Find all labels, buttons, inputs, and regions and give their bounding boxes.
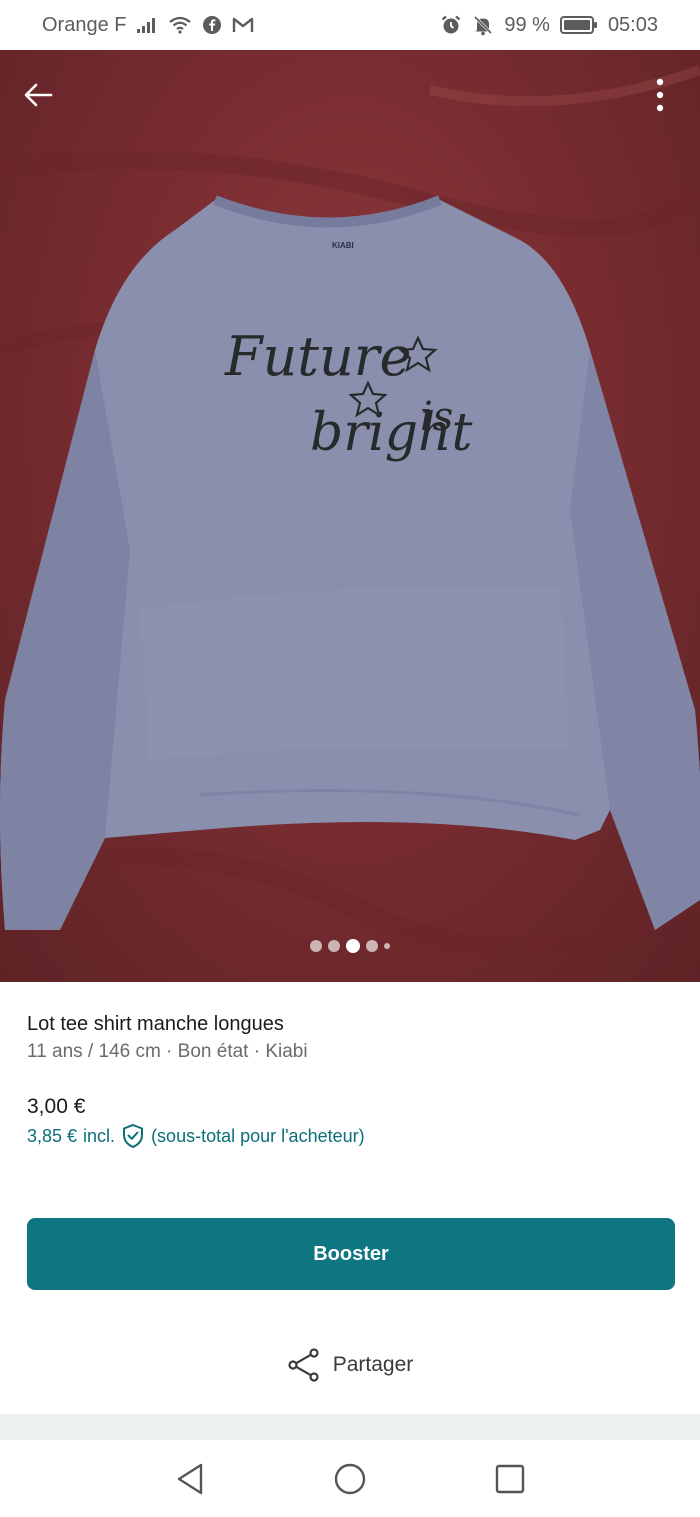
battery-label: 99 %	[504, 13, 550, 36]
listing-price: 3,00 €	[27, 1095, 86, 1118]
more-options-button[interactable]	[640, 75, 680, 115]
system-nav-bar	[0, 1440, 700, 1517]
pager-dot[interactable]	[310, 940, 322, 952]
wifi-icon	[168, 16, 192, 34]
photo-pager	[0, 939, 700, 953]
triangle-back-icon	[177, 1463, 203, 1494]
alarm-icon	[440, 14, 462, 36]
buyer-protection-price[interactable]: 3,85 € incl. (sous-total pour l'acheteur…	[27, 1123, 677, 1149]
print-text-bright: bright	[310, 403, 473, 463]
section-divider	[0, 1414, 700, 1440]
share-icon	[288, 1348, 319, 1382]
listing-meta: 11 ans / 146 cm · Bon état · Kiabi	[27, 1041, 308, 1062]
gmail-icon	[232, 16, 254, 34]
pager-dot-active[interactable]	[346, 939, 360, 953]
pager-dot[interactable]	[366, 940, 378, 952]
listing-title: Lot tee shirt manche longues	[27, 1013, 284, 1035]
circle-home-icon	[334, 1463, 366, 1494]
listing-details: Lot tee shirt manche longues 11 ans / 14…	[27, 1010, 677, 1149]
share-button[interactable]: Partager	[0, 1340, 700, 1390]
print-text-future: Future	[224, 325, 412, 388]
signal-icon	[136, 16, 158, 34]
pager-dot[interactable]	[384, 943, 390, 949]
mute-icon	[472, 14, 494, 36]
status-bar: Orange F 99 % 05:03	[0, 0, 700, 50]
product-photo[interactable]: KIABI Future is bright	[0, 50, 700, 982]
facebook-icon	[202, 15, 222, 35]
battery-icon	[559, 15, 598, 35]
nav-back-button[interactable]	[160, 1449, 220, 1509]
pager-dot[interactable]	[328, 940, 340, 952]
price-incl-note: (sous-total pour l'acheteur)	[151, 1126, 365, 1146]
brand-label: KIABI	[332, 241, 354, 250]
boost-button[interactable]: Booster	[27, 1218, 675, 1290]
status-left: Orange F	[42, 14, 254, 37]
carrier-label: Orange F	[42, 13, 127, 36]
nav-home-button[interactable]	[320, 1449, 380, 1509]
price-incl-word: incl.	[83, 1126, 116, 1146]
status-right: 99 % 05:03	[440, 14, 658, 37]
shield-check-icon	[121, 1123, 145, 1149]
arrow-left-icon	[24, 83, 53, 107]
square-recents-icon	[495, 1464, 525, 1493]
back-button[interactable]	[18, 75, 58, 115]
nav-recents-button[interactable]	[480, 1449, 540, 1509]
share-label: Partager	[332, 1353, 414, 1376]
kebab-menu-icon	[656, 78, 664, 112]
price-incl-amount: 3,85 €	[27, 1126, 78, 1146]
clock: 05:03	[607, 13, 658, 36]
tshirt-illustration: KIABI Future is bright	[0, 65, 700, 958]
